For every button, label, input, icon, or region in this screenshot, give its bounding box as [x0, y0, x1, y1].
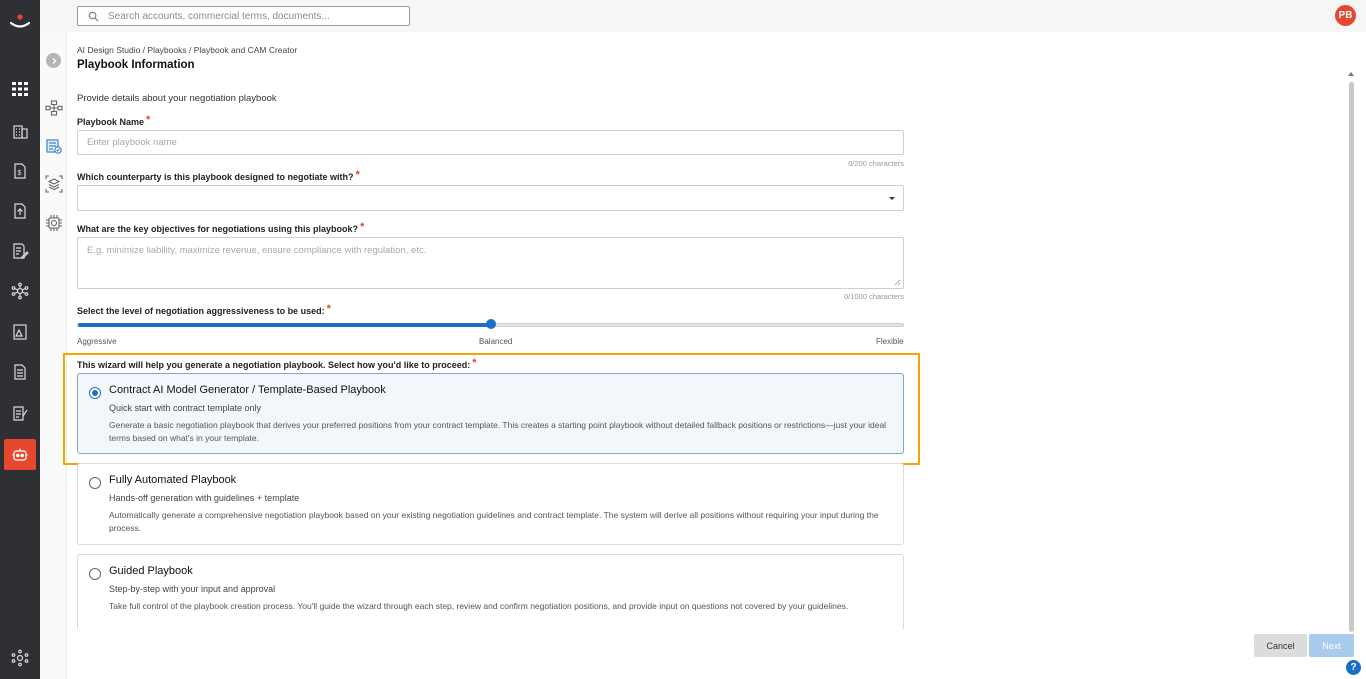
robot-icon — [11, 446, 29, 464]
scrollbar-thumb[interactable] — [1349, 82, 1354, 632]
expand-toggle-button[interactable] — [46, 53, 61, 68]
checklist-icon[interactable] — [10, 403, 30, 423]
option-description: Automatically generate a comprehensive n… — [109, 510, 879, 533]
slider-label-flexible: Flexible — [876, 337, 904, 346]
nav-item-ai-robot[interactable] — [4, 439, 36, 470]
option-description: Take full control of the playbook creati… — [109, 601, 849, 611]
dollar-document-icon[interactable]: $ — [10, 161, 30, 181]
settings-network-icon[interactable] — [10, 648, 30, 668]
search-icon — [88, 11, 99, 22]
scroll-up-arrow-icon[interactable] — [1348, 72, 1354, 76]
layers-scan-icon[interactable] — [45, 175, 63, 193]
breadcrumb: AI Design Studio / Playbooks / Playbook … — [77, 45, 298, 55]
option-subtitle: Step-by-step with your input and approva… — [109, 584, 276, 594]
help-icon[interactable]: ? — [1346, 660, 1361, 675]
option-title: Fully Automated Playbook — [109, 474, 237, 486]
selection-highlight — [63, 353, 920, 465]
resize-handle-icon[interactable] — [894, 279, 901, 286]
objectives-field[interactable] — [77, 237, 904, 289]
aggressiveness-slider-thumb[interactable] — [485, 319, 496, 329]
main-content: AI Design Studio / Playbooks / Playbook … — [63, 32, 1366, 679]
option-guided[interactable]: Guided Playbook Step-by-step with your i… — [77, 554, 904, 629]
option-title: Guided Playbook — [109, 565, 193, 577]
slider-label-aggressive: Aggressive — [77, 337, 117, 346]
caret-down-icon — [889, 197, 895, 200]
playbook-name-field[interactable] — [77, 130, 904, 155]
aggressiveness-label: Select the level of negotiation aggressi… — [77, 303, 331, 316]
objectives-label: What are the key objectives for negotiat… — [77, 221, 365, 234]
building-icon[interactable] — [10, 121, 30, 141]
svg-text:$: $ — [18, 170, 22, 177]
chip-icon[interactable] — [45, 214, 63, 232]
required-mark: * — [146, 114, 151, 126]
page-title: Playbook Information — [77, 59, 195, 71]
playbook-name-counter: 0/200 characters — [848, 159, 904, 168]
objectives-textarea[interactable] — [78, 238, 903, 288]
upload-document-icon[interactable] — [10, 201, 30, 221]
search-box[interactable] — [77, 6, 410, 26]
document-check-icon[interactable] — [45, 137, 63, 155]
chevron-right-icon — [52, 57, 56, 64]
playbook-name-label: Playbook Name * — [77, 114, 151, 127]
counterparty-label: Which counterparty is this playbook desi… — [77, 169, 360, 182]
cancel-button[interactable]: Cancel — [1254, 634, 1307, 657]
option-fully-automated[interactable]: Fully Automated Playbook Hands-off gener… — [77, 463, 904, 545]
next-button[interactable]: Next — [1309, 634, 1354, 657]
slider-label-balanced: Balanced — [479, 337, 513, 346]
grid-icon[interactable] — [10, 79, 30, 99]
objectives-counter: 0/1000 characters — [843, 292, 904, 301]
aggressiveness-slider-fill — [78, 323, 492, 327]
top-bar: PB — [40, 0, 1366, 32]
image-document-icon[interactable] — [10, 322, 30, 342]
edit-document-icon[interactable] — [10, 241, 30, 261]
workflow-icon[interactable] — [45, 99, 63, 117]
option-subtitle: Hands-off generation with guidelines + t… — [109, 493, 300, 503]
counterparty-select[interactable] — [77, 185, 904, 211]
user-avatar[interactable]: PB — [1335, 5, 1356, 26]
main-nav-rail: $ — [0, 0, 40, 679]
radio-fully-automated[interactable] — [89, 477, 101, 489]
playbook-name-input[interactable] — [78, 131, 903, 154]
intro-text: Provide details about your negotiation p… — [77, 93, 277, 104]
logo-icon[interactable] — [8, 12, 32, 32]
search-input[interactable] — [108, 8, 404, 24]
radio-guided[interactable] — [89, 568, 101, 580]
network-icon[interactable] — [10, 281, 30, 301]
list-document-icon[interactable] — [10, 362, 30, 382]
